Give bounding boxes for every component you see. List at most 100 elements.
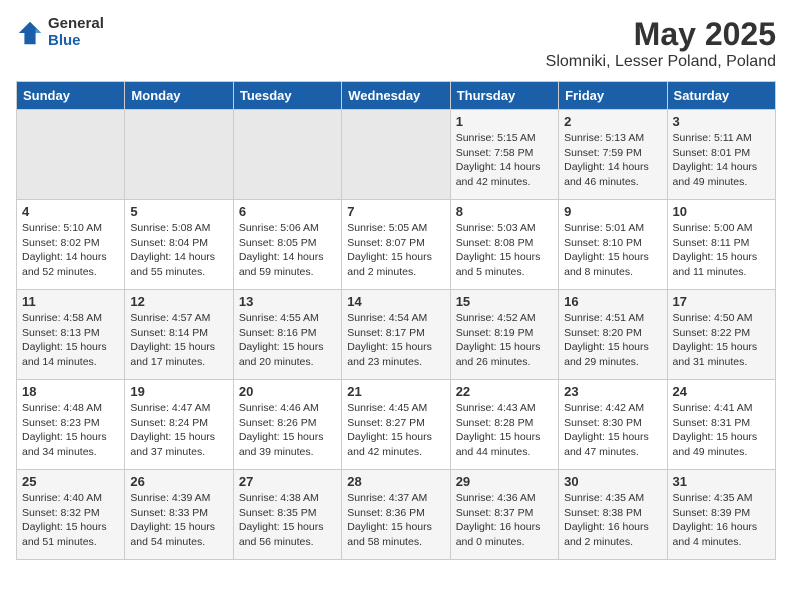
header-day-wednesday: Wednesday — [342, 82, 450, 110]
day-info: Sunrise: 5:11 AM Sunset: 8:01 PM Dayligh… — [673, 131, 770, 190]
day-number: 4 — [22, 204, 119, 219]
calendar-cell: 17 Sunrise: 4:50 AM Sunset: 8:22 PM Dayli… — [667, 290, 775, 380]
sub-title: Slomniki, Lesser Poland, Poland — [546, 53, 776, 71]
day-info: Sunrise: 4:37 AM Sunset: 8:36 PM Dayligh… — [347, 491, 444, 550]
week-row-2: 4 Sunrise: 5:10 AM Sunset: 8:02 PM Daylig… — [17, 200, 776, 290]
header-day-sunday: Sunday — [17, 82, 125, 110]
calendar-cell: 13 Sunrise: 4:55 AM Sunset: 8:16 PM Dayli… — [233, 290, 341, 380]
day-info: Sunrise: 4:41 AM Sunset: 8:31 PM Dayligh… — [673, 401, 770, 460]
day-number: 18 — [22, 384, 119, 399]
day-number: 5 — [130, 204, 227, 219]
calendar-cell: 19Sunrise: 4:47 AM Sunset: 8:24 PM Dayli… — [125, 380, 233, 470]
calendar-cell: 7 Sunrise: 5:05 AM Sunset: 8:07 PM Daylig… — [342, 200, 450, 290]
calendar-cell: 11 Sunrise: 4:58 AM Sunset: 8:13 PM Dayli… — [17, 290, 125, 380]
day-info: Sunrise: 4:55 AM Sunset: 8:16 PM Dayligh… — [239, 311, 336, 370]
day-info: Sunrise: 4:46 AM Sunset: 8:26 PM Dayligh… — [239, 401, 336, 460]
calendar-cell: 26 Sunrise: 4:39 AM Sunset: 8:33 PM Dayli… — [125, 470, 233, 560]
day-number: 3 — [673, 114, 770, 129]
day-info: Sunrise: 5:05 AM Sunset: 8:07 PM Dayligh… — [347, 221, 444, 280]
day-number: 13 — [239, 294, 336, 309]
day-info: Sunrise: 4:42 AM Sunset: 8:30 PM Dayligh… — [564, 401, 661, 460]
day-number: 15 — [456, 294, 553, 309]
day-info: Sunrise: 4:54 AM Sunset: 8:17 PM Dayligh… — [347, 311, 444, 370]
calendar-cell: 16 Sunrise: 4:51 AM Sunset: 8:20 PM Dayli… — [559, 290, 667, 380]
calendar-cell: 27 Sunrise: 4:38 AM Sunset: 8:35 PM Dayli… — [233, 470, 341, 560]
header-day-thursday: Thursday — [450, 82, 558, 110]
logo-text: General Blue — [48, 16, 104, 49]
calendar-cell: 24Sunrise: 4:41 AM Sunset: 8:31 PM Dayli… — [667, 380, 775, 470]
main-title: May 2025 — [546, 16, 776, 53]
day-number: 7 — [347, 204, 444, 219]
day-info: Sunrise: 4:38 AM Sunset: 8:35 PM Dayligh… — [239, 491, 336, 550]
calendar-cell — [342, 110, 450, 200]
day-info: Sunrise: 5:10 AM Sunset: 8:02 PM Dayligh… — [22, 221, 119, 280]
logo-general-text: General — [48, 16, 104, 33]
logo-icon — [16, 19, 44, 47]
day-number: 27 — [239, 474, 336, 489]
calendar-cell: 4 Sunrise: 5:10 AM Sunset: 8:02 PM Daylig… — [17, 200, 125, 290]
day-info: Sunrise: 4:35 AM Sunset: 8:39 PM Dayligh… — [673, 491, 770, 550]
calendar-cell — [233, 110, 341, 200]
day-number: 11 — [22, 294, 119, 309]
calendar-cell: 14 Sunrise: 4:54 AM Sunset: 8:17 PM Dayli… — [342, 290, 450, 380]
calendar-cell: 30 Sunrise: 4:35 AM Sunset: 8:38 PM Dayli… — [559, 470, 667, 560]
header-day-tuesday: Tuesday — [233, 82, 341, 110]
day-info: Sunrise: 5:01 AM Sunset: 8:10 PM Dayligh… — [564, 221, 661, 280]
calendar-cell: 6 Sunrise: 5:06 AM Sunset: 8:05 PM Daylig… — [233, 200, 341, 290]
calendar-cell: 3 Sunrise: 5:11 AM Sunset: 8:01 PM Daylig… — [667, 110, 775, 200]
day-number: 9 — [564, 204, 661, 219]
day-number: 29 — [456, 474, 553, 489]
day-info: Sunrise: 4:51 AM Sunset: 8:20 PM Dayligh… — [564, 311, 661, 370]
calendar-cell: 29 Sunrise: 4:36 AM Sunset: 8:37 PM Dayli… — [450, 470, 558, 560]
day-number: 10 — [673, 204, 770, 219]
calendar-cell: 28 Sunrise: 4:37 AM Sunset: 8:36 PM Dayli… — [342, 470, 450, 560]
calendar-cell: 22Sunrise: 4:43 AM Sunset: 8:28 PM Dayli… — [450, 380, 558, 470]
day-info: Sunrise: 4:35 AM Sunset: 8:38 PM Dayligh… — [564, 491, 661, 550]
day-info: Sunrise: 5:03 AM Sunset: 8:08 PM Dayligh… — [456, 221, 553, 280]
day-number: 30 — [564, 474, 661, 489]
calendar-cell: 15 Sunrise: 4:52 AM Sunset: 8:19 PM Dayli… — [450, 290, 558, 380]
week-row-4: 18Sunrise: 4:48 AM Sunset: 8:23 PM Dayli… — [17, 380, 776, 470]
week-row-3: 11 Sunrise: 4:58 AM Sunset: 8:13 PM Dayli… — [17, 290, 776, 380]
calendar-header-row: SundayMondayTuesdayWednesdayThursdayFrid… — [17, 82, 776, 110]
day-info: Sunrise: 4:52 AM Sunset: 8:19 PM Dayligh… — [456, 311, 553, 370]
calendar-cell: 12Sunrise: 4:57 AM Sunset: 8:14 PM Dayli… — [125, 290, 233, 380]
day-number: 17 — [673, 294, 770, 309]
calendar-cell: 2Sunrise: 5:13 AM Sunset: 7:59 PM Daylig… — [559, 110, 667, 200]
day-number: 16 — [564, 294, 661, 309]
calendar-cell: 10Sunrise: 5:00 AM Sunset: 8:11 PM Dayli… — [667, 200, 775, 290]
day-info: Sunrise: 4:40 AM Sunset: 8:32 PM Dayligh… — [22, 491, 119, 550]
day-info: Sunrise: 4:36 AM Sunset: 8:37 PM Dayligh… — [456, 491, 553, 550]
calendar-table: SundayMondayTuesdayWednesdayThursdayFrid… — [16, 81, 776, 560]
day-number: 21 — [347, 384, 444, 399]
day-info: Sunrise: 4:58 AM Sunset: 8:13 PM Dayligh… — [22, 311, 119, 370]
day-info: Sunrise: 4:39 AM Sunset: 8:33 PM Dayligh… — [130, 491, 227, 550]
calendar-cell: 20 Sunrise: 4:46 AM Sunset: 8:26 PM Dayli… — [233, 380, 341, 470]
day-info: Sunrise: 4:50 AM Sunset: 8:22 PM Dayligh… — [673, 311, 770, 370]
day-number: 14 — [347, 294, 444, 309]
title-area: May 2025 Slomniki, Lesser Poland, Poland — [546, 16, 776, 71]
day-info: Sunrise: 4:57 AM Sunset: 8:14 PM Dayligh… — [130, 311, 227, 370]
calendar-cell: 23 Sunrise: 4:42 AM Sunset: 8:30 PM Dayli… — [559, 380, 667, 470]
header-day-friday: Friday — [559, 82, 667, 110]
day-number: 6 — [239, 204, 336, 219]
calendar-cell: 1Sunrise: 5:15 AM Sunset: 7:58 PM Daylig… — [450, 110, 558, 200]
calendar-cell: 21 Sunrise: 4:45 AM Sunset: 8:27 PM Dayli… — [342, 380, 450, 470]
header-day-monday: Monday — [125, 82, 233, 110]
day-number: 8 — [456, 204, 553, 219]
day-info: Sunrise: 5:06 AM Sunset: 8:05 PM Dayligh… — [239, 221, 336, 280]
day-number: 28 — [347, 474, 444, 489]
day-number: 26 — [130, 474, 227, 489]
day-number: 19 — [130, 384, 227, 399]
calendar-cell: 18Sunrise: 4:48 AM Sunset: 8:23 PM Dayli… — [17, 380, 125, 470]
calendar-cell — [125, 110, 233, 200]
day-number: 23 — [564, 384, 661, 399]
day-info: Sunrise: 4:45 AM Sunset: 8:27 PM Dayligh… — [347, 401, 444, 460]
day-number: 20 — [239, 384, 336, 399]
logo: General Blue — [16, 16, 104, 49]
day-number: 31 — [673, 474, 770, 489]
calendar-cell: 8 Sunrise: 5:03 AM Sunset: 8:08 PM Daylig… — [450, 200, 558, 290]
calendar-cell — [17, 110, 125, 200]
calendar-cell: 31 Sunrise: 4:35 AM Sunset: 8:39 PM Dayli… — [667, 470, 775, 560]
calendar-cell: 9 Sunrise: 5:01 AM Sunset: 8:10 PM Daylig… — [559, 200, 667, 290]
